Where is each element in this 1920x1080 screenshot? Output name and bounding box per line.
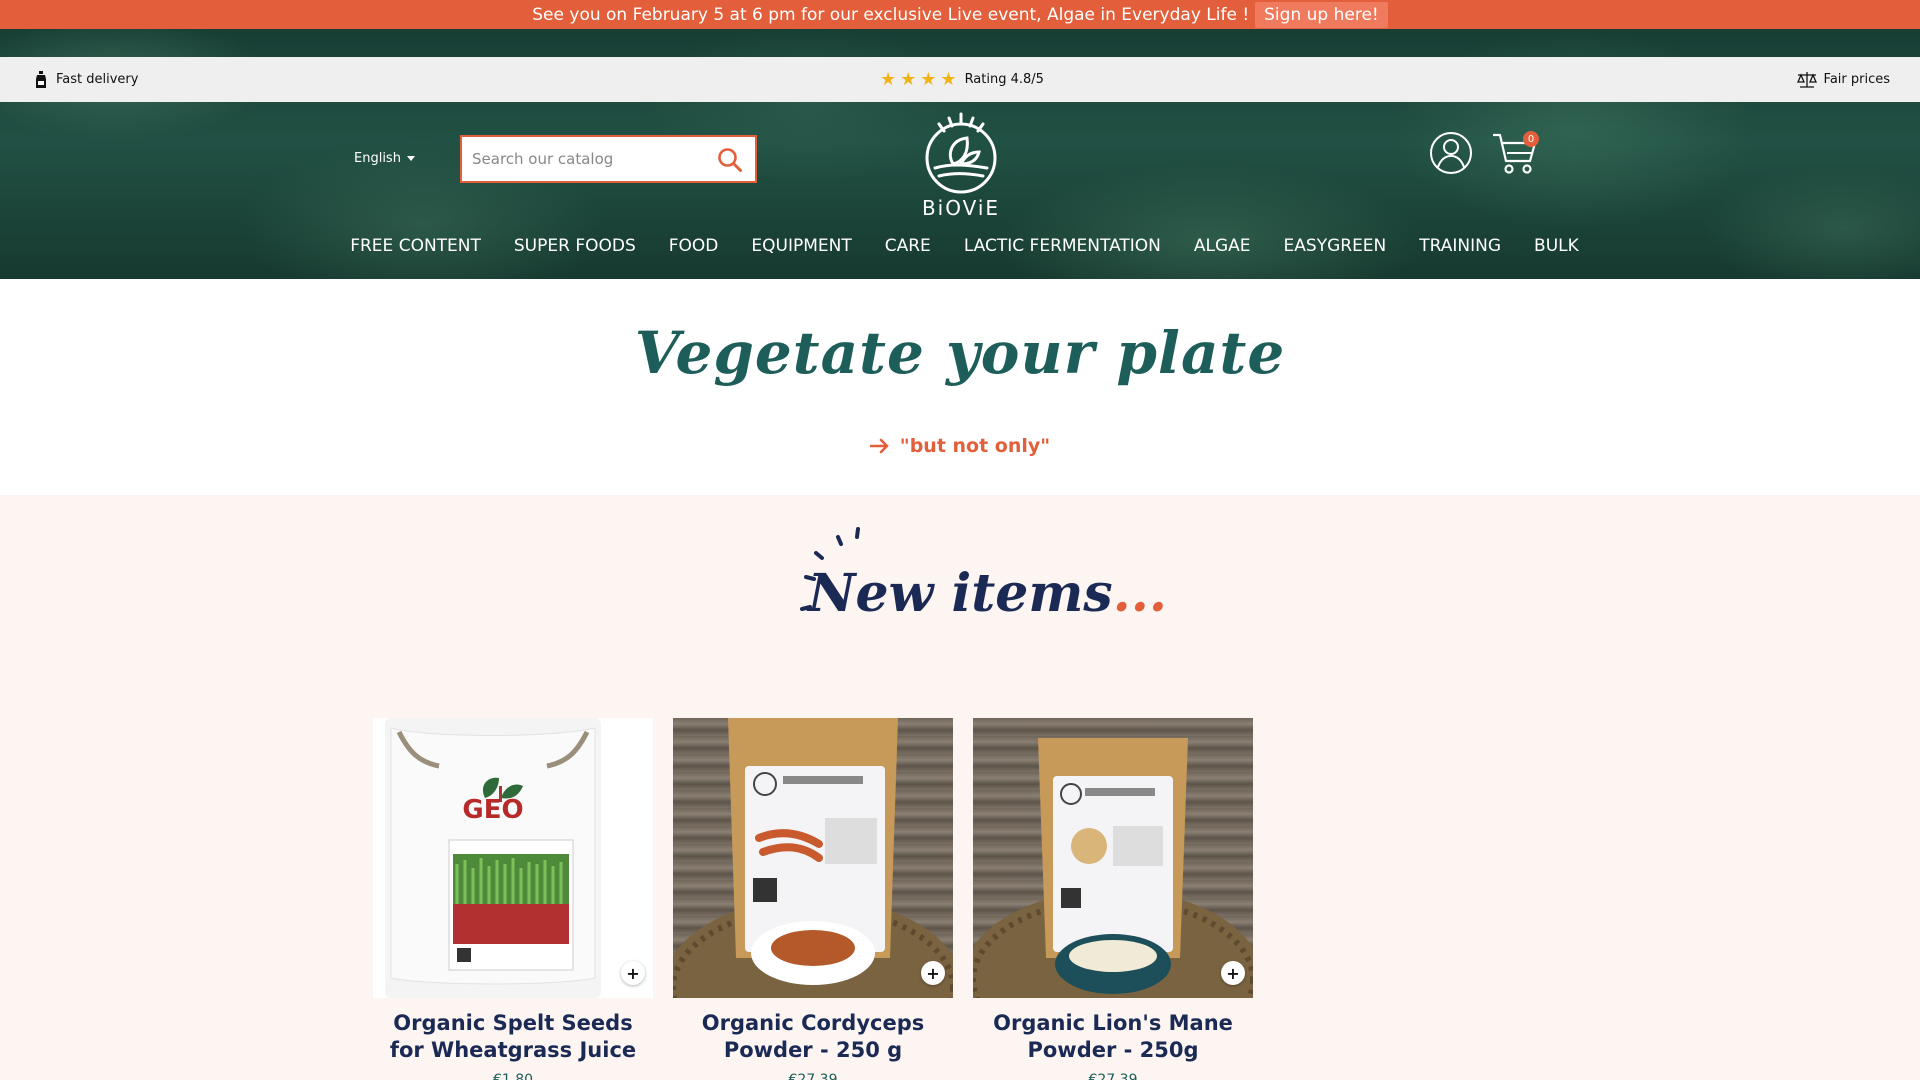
product-price: €27.39 <box>788 1072 838 1080</box>
sign-up-button[interactable]: Sign up here! <box>1255 1 1388 28</box>
tagline-section: Vegetate your plate "but not only" <box>0 279 1920 495</box>
lions-mane-pouch-image <box>973 738 1253 998</box>
language-selector[interactable]: English <box>354 151 415 166</box>
nav-item-care[interactable]: CARE <box>885 236 931 256</box>
fair-prices: Fair prices <box>1796 70 1890 90</box>
nav-item-algae[interactable]: ALGAE <box>1194 236 1251 256</box>
nav-item-bulk[interactable]: BULK <box>1534 236 1579 256</box>
product-price: €1.80 <box>492 1072 534 1080</box>
main-nav: FREE CONTENT SUPER FOODS FOOD EQUIPMENT … <box>0 236 1920 256</box>
arrow-right-icon <box>869 438 889 454</box>
rating-label: Rating 4.8/5 <box>964 72 1044 87</box>
account-icon[interactable] <box>1429 131 1473 175</box>
product-image[interactable]: + <box>673 718 953 998</box>
product-name[interactable]: Organic Cordyceps Powder - 250 g <box>673 1010 953 1064</box>
product-card[interactable]: GEO + Organic Spelt Seeds for Wheatgrass… <box>373 718 653 1080</box>
product-card[interactable]: + Organic Lion's Mane Powder - 250g €27.… <box>973 718 1253 1080</box>
delivery-icon <box>36 70 46 88</box>
new-items-dots: ... <box>1112 563 1167 624</box>
add-icon[interactable]: + <box>921 961 945 985</box>
cart-count-badge: 0 <box>1523 131 1539 147</box>
add-icon[interactable]: + <box>1221 961 1245 985</box>
nav-item-free-content[interactable]: FREE CONTENT <box>350 236 481 256</box>
nav-item-easygreen[interactable]: EASYGREEN <box>1284 236 1387 256</box>
scale-icon <box>1796 71 1817 88</box>
fast-delivery-label: Fast delivery <box>56 72 139 87</box>
logo-icon <box>925 112 997 194</box>
star-icon: ★ <box>920 68 937 90</box>
svg-text:GEO: GEO <box>462 795 523 825</box>
fast-delivery: Fast delivery <box>34 70 138 90</box>
chevron-down-icon <box>406 156 415 161</box>
tagline-subtitle-link[interactable]: "but not only" <box>0 435 1920 457</box>
info-strip: Fast delivery ★ ★ ★ ★ Rating 4.8/5 Fair … <box>0 57 1920 102</box>
product-price: €27.39 <box>1088 1072 1138 1080</box>
tagline-title: Vegetate your plate <box>634 319 1286 387</box>
language-label: English <box>354 151 401 166</box>
product-name[interactable]: Organic Spelt Seeds for Wheatgrass Juice <box>373 1010 653 1064</box>
product-name[interactable]: Organic Lion's Mane Powder - 250g <box>973 1010 1253 1064</box>
product-image[interactable]: + <box>973 718 1253 998</box>
nav-item-training[interactable]: TRAINING <box>1419 236 1501 256</box>
biovie-logo[interactable]: BiOViE <box>915 112 1007 220</box>
new-items-title: New items <box>808 563 1113 624</box>
announcement-text: See you on February 5 at 6 pm for our ex… <box>532 4 1250 25</box>
nav-item-equipment[interactable]: EQUIPMENT <box>751 236 851 256</box>
product-image[interactable]: GEO + <box>373 718 653 998</box>
new-items-heading: New items... <box>760 525 1167 635</box>
add-icon[interactable]: + <box>621 961 645 985</box>
nav-item-lactic-fermentation[interactable]: LACTIC FERMENTATION <box>964 236 1161 256</box>
new-items-section: New items... GEO + Organic Spelt Seeds f… <box>0 495 1920 1080</box>
search-input[interactable] <box>462 150 702 168</box>
nav-item-super-foods[interactable]: SUPER FOODS <box>514 236 636 256</box>
tagline-subtitle: "but not only" <box>899 435 1051 457</box>
star-icon: ★ <box>940 68 957 90</box>
seed-pack-image: GEO <box>385 718 601 998</box>
star-icon: ★ <box>880 68 897 90</box>
rating: ★ ★ ★ ★ Rating 4.8/5 <box>880 68 1044 90</box>
nav-item-food[interactable]: FOOD <box>669 236 719 256</box>
product-card[interactable]: + Organic Cordyceps Powder - 250 g €27.3… <box>673 718 953 1080</box>
cordyceps-pouch-image <box>673 718 953 998</box>
fair-prices-label: Fair prices <box>1823 72 1890 87</box>
search-box <box>460 135 757 183</box>
search-icon[interactable] <box>717 147 743 173</box>
logo-text: BiOViE <box>921 196 1001 220</box>
announcement-bar: See you on February 5 at 6 pm for our ex… <box>0 0 1920 29</box>
product-list: GEO + Organic Spelt Seeds for Wheatgrass… <box>373 718 1253 1080</box>
star-icon: ★ <box>900 68 917 90</box>
